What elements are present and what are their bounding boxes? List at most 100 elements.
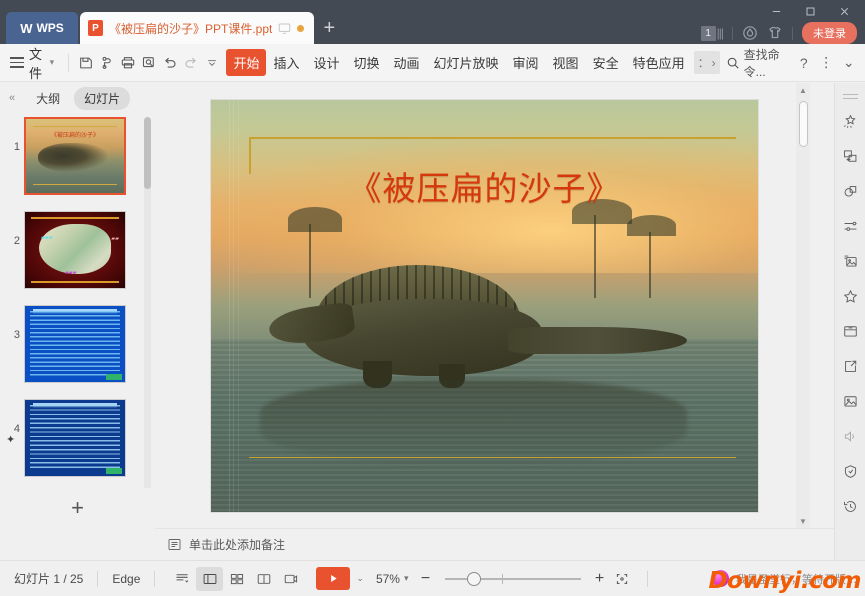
login-button[interactable]: 未登录 <box>802 22 857 44</box>
normal-view-icon[interactable] <box>196 566 224 591</box>
zoom-slider-handle[interactable] <box>466 571 481 586</box>
more-tabs-button[interactable]: ： › <box>693 51 720 74</box>
security-shield-icon[interactable] <box>835 454 865 489</box>
slide-thumbnail-1[interactable]: 《被压扁的沙子》 <box>24 117 126 195</box>
archive-box-icon[interactable] <box>835 314 865 349</box>
water-reflection <box>260 380 687 463</box>
maximize-button[interactable] <box>793 0 827 22</box>
tab-review[interactable]: 审阅 <box>506 49 546 76</box>
replace-shape-icon[interactable] <box>835 139 865 174</box>
tab-slides[interactable]: 幻灯片 <box>74 86 131 110</box>
audio-volume-icon[interactable] <box>835 419 865 454</box>
collapse-ribbon-icon[interactable]: ⌄ <box>839 50 859 76</box>
screen-cast-icon[interactable] <box>278 22 291 35</box>
zoom-slider[interactable] <box>444 571 581 587</box>
zoom-level-value[interactable]: 57% <box>376 572 400 586</box>
ink-drop-icon[interactable] <box>742 25 758 41</box>
zoom-slider-midpoint <box>501 573 503 584</box>
tab-design[interactable]: 设计 <box>306 49 346 76</box>
tab-outline[interactable]: 大纲 <box>26 87 70 110</box>
redo-icon[interactable] <box>180 50 201 76</box>
tab-featured-apps[interactable]: 特色应用 <box>626 49 692 76</box>
print-preview-icon[interactable] <box>138 50 159 76</box>
t-shirt-skin-icon[interactable] <box>767 25 783 41</box>
window-count-indicator[interactable]: 1 ||| <box>700 25 724 41</box>
more-tabs-label: ： <box>697 56 710 70</box>
scrollbar-thumb[interactable] <box>799 101 808 147</box>
ribbon-tab-list: 开始 插入 设计 切换 动画 幻灯片放映 审阅 视图 安全 特色应用 ： › <box>226 49 720 76</box>
thumbnail-art-2: ▰▰▰ ▰▰ ▰▰▰ <box>25 212 125 288</box>
outline-view-icon[interactable] <box>169 567 196 591</box>
tab-slideshow[interactable]: 幻灯片放映 <box>427 49 506 76</box>
ribbon-right-tools: 查找命令... ? ⋮ ⌄ <box>720 43 865 83</box>
language-indicator[interactable]: Edge <box>112 572 140 586</box>
tab-animation[interactable]: 动画 <box>387 49 427 76</box>
tab-start[interactable]: 开始 <box>226 49 267 76</box>
scroll-up-icon[interactable]: ▲ <box>796 83 810 97</box>
wps-app-badge[interactable]: W WPS <box>6 12 78 44</box>
save-icon[interactable] <box>75 50 96 76</box>
slide-thumbnail-3[interactable] <box>24 305 126 383</box>
slide-sorter-icon[interactable] <box>223 567 250 591</box>
slideshow-dropdown-icon[interactable]: ⌄ <box>356 573 364 584</box>
help-icon[interactable]: ? <box>794 50 814 76</box>
shape-combine-icon[interactable] <box>835 174 865 209</box>
wps-presentation-window: W WPS P 《被压扁的沙子》PPT课件.ppt + 1 ||| 未登录 文件… <box>0 0 865 596</box>
version-history-icon[interactable] <box>835 489 865 524</box>
scroll-down-icon[interactable]: ▼ <box>796 514 810 528</box>
slide-thumbnail-list[interactable]: 1 《被压扁的沙子》 2 ▰▰▰ ▰▰ ▰▰▰ 3 ✦ 4 <box>0 113 155 511</box>
zoom-dropdown-icon[interactable]: ▾ <box>404 573 409 584</box>
current-slide-canvas[interactable]: 《被压扁的沙子》 <box>211 100 758 512</box>
promo-banner[interactable]: 我是圣堂行，等待开版… Downyi.com <box>708 568 865 594</box>
start-slideshow-button[interactable] <box>316 567 351 590</box>
document-tab[interactable]: P 《被压扁的沙子》PPT课件.ppt <box>80 12 315 44</box>
slide-counter[interactable]: 幻灯片 1 / 25 <box>14 570 83 587</box>
add-slide-button[interactable]: + <box>0 488 155 528</box>
list-item[interactable]: 3 ✦ <box>0 301 155 446</box>
status-bar: 幻灯片 1 / 25 Edge ⌄ 57% ▾ − + 我是圣堂行，等待开版… … <box>0 560 865 596</box>
favorites-star-icon[interactable] <box>835 279 865 314</box>
right-tool-rail: ⌄ <box>834 83 865 596</box>
title-bar: W WPS P 《被压扁的沙子》PPT课件.ppt + 1 ||| 未登录 <box>0 0 865 44</box>
export-share-icon[interactable] <box>835 349 865 384</box>
minimize-button[interactable] <box>759 0 793 22</box>
image-library-icon[interactable] <box>835 244 865 279</box>
slide-thumbnail-2[interactable]: ▰▰▰ ▰▰ ▰▰▰ <box>24 211 126 289</box>
list-item[interactable]: 1 《被压扁的沙子》 <box>0 113 155 207</box>
picture-insert-icon[interactable] <box>835 384 865 419</box>
reading-view-icon[interactable] <box>250 567 277 591</box>
thumbnail-title-1: 《被压扁的沙子》 <box>50 133 99 139</box>
notes-pane[interactable]: 单击此处添加备注 <box>155 528 834 560</box>
zoom-out-button[interactable]: − <box>415 568 437 590</box>
undo-icon[interactable] <box>159 50 180 76</box>
list-item[interactable]: 2 ▰▰▰ ▰▰ ▰▰▰ <box>0 207 155 301</box>
status-divider-1 <box>97 570 99 587</box>
overflow-menu-icon[interactable]: ⋮ <box>816 50 836 76</box>
thumbnail-scrollbar-thumb[interactable] <box>144 117 151 189</box>
thumbnail-scrollbar-track[interactable] <box>144 117 151 507</box>
print-icon[interactable] <box>117 50 138 76</box>
tab-insert[interactable]: 插入 <box>266 49 306 76</box>
list-item[interactable]: 4 ✦ <box>0 395 155 489</box>
tab-transition[interactable]: 切换 <box>346 49 386 76</box>
slide-thumbnail-4[interactable] <box>24 399 126 477</box>
new-tab-button[interactable]: + <box>314 12 344 44</box>
magic-wand-effects-icon[interactable] <box>835 104 865 139</box>
chevron-right-icon: › <box>711 55 716 70</box>
presenter-view-icon[interactable] <box>277 567 304 591</box>
search-command-button[interactable]: 查找命令... <box>720 43 792 83</box>
settings-sliders-icon[interactable] <box>835 209 865 244</box>
title-divider <box>732 26 733 40</box>
slide-title-text[interactable]: 《被压扁的沙子》 <box>211 162 758 210</box>
fit-to-window-icon[interactable] <box>611 568 633 590</box>
slide-vertical-scrollbar[interactable]: ▲ ▼ <box>796 83 810 528</box>
window-controls <box>759 0 861 22</box>
share-export-icon[interactable] <box>96 50 117 76</box>
zoom-in-button[interactable]: + <box>589 568 611 590</box>
tab-view[interactable]: 视图 <box>546 49 586 76</box>
collapse-panel-icon[interactable]: « <box>6 90 18 106</box>
file-menu-button[interactable]: 文件 ▾ <box>0 47 62 81</box>
close-button[interactable] <box>827 0 861 22</box>
customize-dropdown-icon[interactable] <box>201 50 222 76</box>
tab-security[interactable]: 安全 <box>586 49 626 76</box>
